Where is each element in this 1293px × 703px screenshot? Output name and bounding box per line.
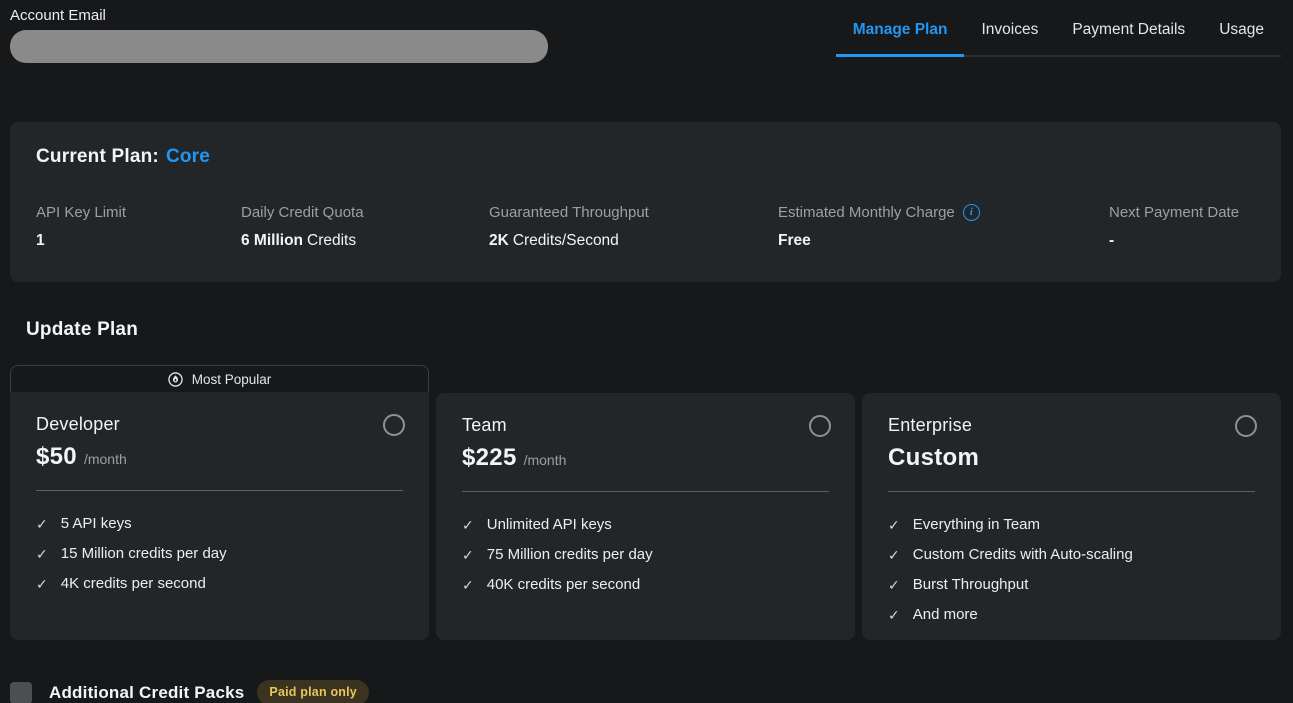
plan-price: $50 (36, 443, 77, 471)
plan-feature: ✓ Unlimited API keys (462, 516, 831, 533)
plan-period: /month (524, 452, 567, 468)
check-icon: ✓ (888, 548, 900, 562)
current-plan-name: Core (166, 146, 210, 167)
current-plan-title: Current Plan: Core (36, 146, 1255, 168)
plan-card-developer[interactable]: Most Popular Developer $50 /month ✓ 5 AP… (10, 365, 429, 640)
plan-feature: ✓ 75 Million credits per day (462, 546, 831, 563)
additional-credit-packs-checkbox[interactable] (10, 682, 32, 703)
current-plan-stats: API Key Limit 1 Daily Credit Quota 6 Mil… (36, 204, 1255, 250)
check-icon: ✓ (36, 517, 48, 531)
plan-price: Custom (888, 444, 979, 472)
plan-feature: ✓ 4K credits per second (36, 575, 405, 592)
header: Account Email Manage Plan Invoices Payme… (0, 0, 1293, 60)
account-email-input[interactable] (10, 30, 548, 63)
tab-payment-details[interactable]: Payment Details (1055, 0, 1202, 57)
check-icon: ✓ (888, 518, 900, 532)
plan-feature: ✓ 5 API keys (36, 515, 405, 532)
stat-guaranteed-throughput: Guaranteed Throughput 2KCredits/Second (489, 204, 778, 250)
paid-plan-only-badge: Paid plan only (257, 680, 369, 703)
plan-radio-enterprise[interactable] (1235, 415, 1257, 437)
plan-card-enterprise[interactable]: Enterprise Custom ✓ Everything in Team ✓… (862, 393, 1281, 640)
plan-feature: ✓ 40K credits per second (462, 576, 831, 593)
plan-radio-developer[interactable] (383, 414, 405, 436)
tab-bar: Manage Plan Invoices Payment Details Usa… (836, 0, 1281, 57)
plan-price: $225 (462, 444, 517, 472)
check-icon: ✓ (462, 578, 474, 592)
plan-divider (888, 491, 1255, 492)
tab-manage-plan[interactable]: Manage Plan (836, 0, 965, 57)
plan-feature: ✓ Custom Credits with Auto-scaling (888, 546, 1257, 563)
account-email-block: Account Email (10, 7, 548, 63)
current-plan-title-prefix: Current Plan: (36, 146, 159, 167)
tab-invoices[interactable]: Invoices (964, 0, 1055, 57)
check-icon: ✓ (888, 578, 900, 592)
stat-estimated-monthly-charge: Estimated Monthly Charge i Free (778, 204, 1109, 250)
additional-credit-packs-row: Additional Credit Packs Paid plan only (10, 680, 1293, 703)
plan-period: /month (84, 451, 127, 467)
plan-name: Developer (36, 414, 405, 435)
plan-feature: ✓ 15 Million credits per day (36, 545, 405, 562)
check-icon: ✓ (888, 608, 900, 622)
most-popular-label: Most Popular (192, 372, 272, 387)
stat-daily-credit-quota: Daily Credit Quota 6 MillionCredits (241, 204, 489, 250)
check-icon: ✓ (36, 577, 48, 591)
check-icon: ✓ (36, 547, 48, 561)
most-popular-badge: Most Popular (10, 365, 429, 392)
check-icon: ✓ (462, 548, 474, 562)
plan-feature: ✓ And more (888, 606, 1257, 623)
current-plan-card: Current Plan: Core API Key Limit 1 Daily … (10, 122, 1281, 282)
plan-card-team[interactable]: Team $225 /month ✓ Unlimited API keys ✓ … (436, 393, 855, 640)
tab-usage[interactable]: Usage (1202, 0, 1281, 57)
account-email-label: Account Email (10, 7, 548, 24)
additional-credit-packs-label: Additional Credit Packs (49, 683, 244, 703)
plan-name: Team (462, 415, 831, 436)
plan-feature: ✓ Burst Throughput (888, 576, 1257, 593)
info-icon[interactable]: i (963, 204, 980, 221)
stat-api-key-limit: API Key Limit 1 (36, 204, 241, 250)
update-plan-heading: Update Plan (26, 319, 1293, 341)
plan-divider (462, 491, 829, 492)
check-icon: ✓ (462, 518, 474, 532)
plan-name: Enterprise (888, 415, 1257, 436)
plan-divider (36, 490, 403, 491)
plan-feature: ✓ Everything in Team (888, 516, 1257, 533)
plan-radio-team[interactable] (809, 415, 831, 437)
stat-next-payment-date: Next Payment Date - (1109, 204, 1255, 250)
plans-row: Most Popular Developer $50 /month ✓ 5 AP… (10, 365, 1281, 640)
fire-icon (168, 372, 183, 387)
